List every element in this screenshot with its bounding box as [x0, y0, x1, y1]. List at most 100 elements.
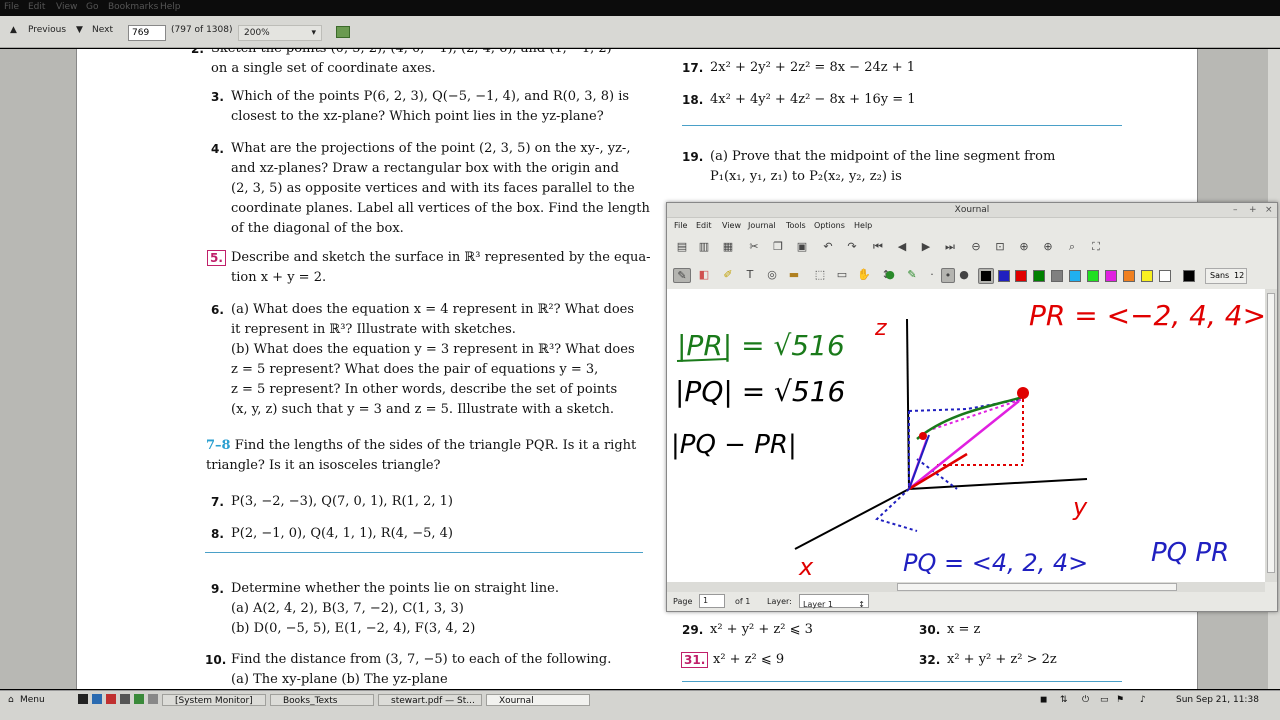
prev-page-icon[interactable]: ◀ — [895, 240, 909, 253]
default-tool-icon[interactable]: ✎ — [905, 268, 919, 281]
previous-button[interactable]: Previous — [28, 25, 66, 35]
layer-select[interactable]: Layer 1 ↕ — [799, 594, 869, 609]
page-of-label: of 1 — [735, 597, 751, 606]
shape-recognizer-icon[interactable]: ◎ — [765, 268, 779, 281]
paste-icon[interactable]: ▣ — [795, 240, 809, 253]
hand-icon[interactable]: ✋ — [857, 268, 871, 281]
undo-icon[interactable]: ↶ — [821, 240, 835, 253]
files-icon[interactable] — [92, 694, 102, 704]
medium-line-icon[interactable]: • — [941, 268, 955, 283]
network-icon[interactable]: ⇅ — [1060, 695, 1068, 705]
default-pen-icon[interactable]: ● — [883, 268, 897, 281]
scrollbar-thumb[interactable] — [1267, 293, 1275, 573]
menu-go[interactable]: Go — [86, 2, 98, 12]
color-yellow-swatch[interactable] — [1141, 270, 1153, 282]
fullscreen-icon[interactable]: ⛶ — [1089, 240, 1103, 254]
color-black-swatch[interactable] — [978, 268, 994, 284]
font-name: Sans — [1210, 271, 1230, 280]
app-icon[interactable] — [134, 694, 144, 704]
canvas-horizontal-scrollbar[interactable] — [667, 582, 1265, 592]
zoom-fit-icon[interactable]: ⊡ — [993, 240, 1007, 253]
problem-line: x = z — [947, 622, 981, 637]
eraser-icon[interactable]: ◧ — [697, 268, 711, 281]
image-icon[interactable] — [336, 26, 350, 38]
battery-icon[interactable]: ▭ — [1100, 695, 1109, 705]
copy-icon[interactable]: ❐ — [771, 240, 785, 253]
menu-view[interactable]: View — [56, 2, 77, 12]
drawing-canvas[interactable]: |PR| = √516 |PQ| = √516 |PQ − PR| PR = <… — [667, 289, 1266, 582]
opera-icon[interactable] — [106, 694, 116, 704]
xmenu-journal[interactable]: Journal — [748, 221, 776, 230]
new-file-icon[interactable]: ▤ — [675, 240, 689, 253]
xmenu-help[interactable]: Help — [854, 221, 872, 230]
last-page-icon[interactable]: ⏭ — [943, 240, 957, 254]
font-selector[interactable]: Sans 12 — [1205, 268, 1247, 284]
app-icon[interactable] — [120, 694, 130, 704]
open-file-icon[interactable]: ▥ — [697, 240, 711, 253]
text-tool-icon[interactable]: T — [743, 268, 757, 281]
chat-icon[interactable]: ◼ — [1040, 695, 1047, 705]
clock[interactable]: Sun Sep 21, 11:38 — [1176, 695, 1259, 705]
maximize-icon[interactable]: + — [1249, 203, 1257, 217]
section-divider — [682, 681, 1122, 682]
color-red-swatch[interactable] — [1015, 270, 1027, 282]
color-green-swatch[interactable] — [1033, 270, 1045, 282]
menu-file[interactable]: File — [4, 2, 19, 12]
xournal-toolbar-main: ▤ ▥ ▦ ✂ ❐ ▣ ↶ ↷ ⏮ ◀ ▶ ⏭ ⊖ ⊡ ⊕ ⊕ ⌕ ⛶ — [667, 234, 1277, 262]
custom-color-swatch[interactable] — [1183, 270, 1195, 282]
xmenu-edit[interactable]: Edit — [696, 221, 712, 230]
pen-icon[interactable]: ✎ — [673, 268, 691, 283]
menu-launcher-icon[interactable]: ⌂ — [8, 695, 14, 705]
app-icon[interactable] — [148, 694, 158, 704]
redo-icon[interactable]: ↷ — [845, 240, 859, 253]
down-arrow-icon[interactable]: ▼ — [76, 25, 83, 35]
menu-help[interactable]: Help — [160, 2, 181, 12]
task-xournal[interactable]: Xournal — [486, 694, 590, 706]
zoom-in-icon[interactable]: ⊕ — [1017, 240, 1031, 253]
select-region-icon[interactable]: ⬚ — [813, 268, 827, 281]
scrollbar-thumb[interactable] — [897, 583, 1177, 591]
menu-launcher[interactable]: Menu — [20, 695, 45, 705]
color-lightgreen-swatch[interactable] — [1087, 270, 1099, 282]
ruler-icon[interactable]: ▬ — [787, 268, 801, 281]
zoom-in-more-icon[interactable]: ⊕ — [1041, 240, 1055, 253]
task-books-texts[interactable]: Books_Texts — [270, 694, 374, 706]
cut-icon[interactable]: ✂ — [747, 240, 761, 253]
terminal-icon[interactable] — [78, 694, 88, 704]
volume-icon[interactable]: ♪ — [1140, 695, 1146, 705]
first-page-icon[interactable]: ⏮ — [871, 240, 885, 254]
zoom-select[interactable]: 200% ▾ — [238, 25, 322, 41]
save-icon[interactable]: ▦ — [721, 240, 735, 253]
color-magenta-swatch[interactable] — [1105, 270, 1117, 282]
select-rect-icon[interactable]: ▭ — [835, 268, 849, 281]
minimize-icon[interactable]: – — [1233, 203, 1238, 217]
power-icon[interactable]: ⏻ — [1082, 695, 1089, 705]
zoom-out-icon[interactable]: ⊖ — [969, 240, 983, 253]
xmenu-file[interactable]: File — [674, 221, 687, 230]
menu-bookmarks[interactable]: Bookmarks — [108, 2, 158, 12]
flag-icon[interactable]: ⚑ — [1116, 695, 1124, 705]
zoom-100-icon[interactable]: ⌕ — [1065, 240, 1079, 254]
task-system-monitor[interactable]: [System Monitor] — [162, 694, 266, 706]
color-orange-swatch[interactable] — [1123, 270, 1135, 282]
up-arrow-icon[interactable]: ▲ — [10, 25, 17, 35]
next-page-icon[interactable]: ▶ — [919, 240, 933, 253]
thick-line-icon[interactable]: ● — [957, 268, 971, 281]
task-stewart-pdf[interactable]: stewart.pdf — St... — [378, 694, 482, 706]
xmenu-options[interactable]: Options — [814, 221, 845, 230]
page-number-input[interactable] — [128, 25, 166, 41]
canvas-vertical-scrollbar[interactable] — [1265, 289, 1277, 582]
xmenu-tools[interactable]: Tools — [786, 221, 806, 230]
thin-line-icon[interactable]: · — [925, 268, 939, 281]
color-lightblue-swatch[interactable] — [1069, 270, 1081, 282]
close-icon[interactable]: × — [1265, 203, 1273, 217]
menu-edit[interactable]: Edit — [28, 2, 45, 12]
color-white-swatch[interactable] — [1159, 270, 1171, 282]
xmenu-view[interactable]: View — [722, 221, 741, 230]
next-button[interactable]: Next — [92, 25, 113, 35]
problem-line: 2x² + 2y² + 2z² = 8x − 24z + 1 — [710, 60, 916, 75]
color-gray-swatch[interactable] — [1051, 270, 1063, 282]
color-blue-swatch[interactable] — [998, 270, 1010, 282]
page-field[interactable]: 1 — [699, 594, 725, 608]
highlighter-icon[interactable]: ✐ — [721, 268, 735, 281]
